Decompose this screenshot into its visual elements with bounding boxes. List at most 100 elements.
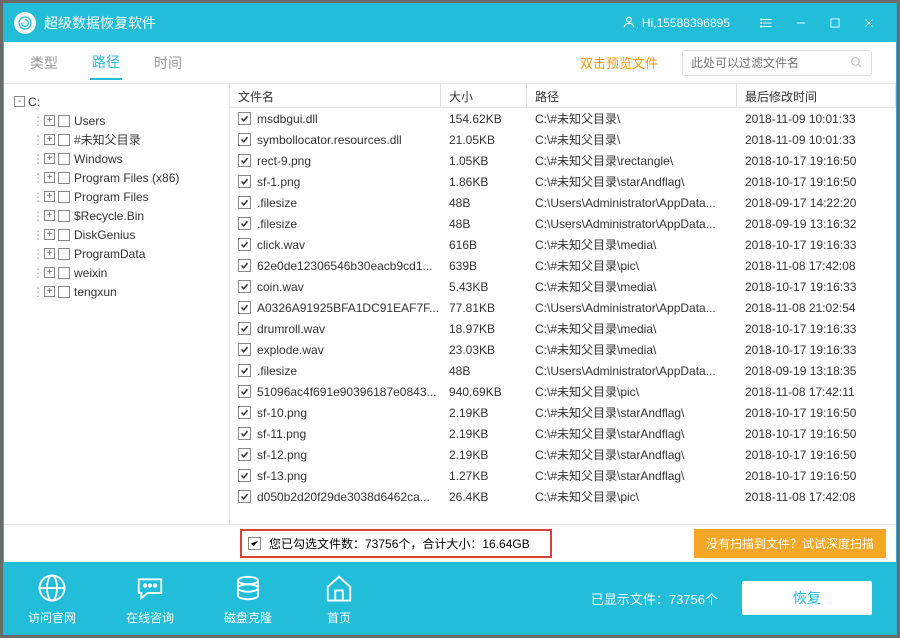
expand-icon[interactable]: + [44,286,55,297]
file-row[interactable]: d050b2d20f29de3038d6462ca...26.4KBC:\#未知… [230,486,896,507]
tree-node[interactable]: ⋮+#未知父目录 [14,130,219,149]
expand-icon[interactable]: + [44,210,55,221]
tree-node[interactable]: -C: [14,92,219,111]
file-row[interactable]: sf-13.png1.27KBC:\#未知父目录\starAndflag\201… [230,465,896,486]
menu-button[interactable] [750,4,784,42]
expand-icon[interactable]: + [44,267,55,278]
tree-node[interactable]: ⋮+Windows [14,149,219,168]
cell-path: C:\#未知父目录\media\ [535,236,745,253]
file-row[interactable]: symbollocator.resources.dll21.05KBC:\#未知… [230,129,896,150]
row-checkbox[interactable] [238,238,251,251]
tree-checkbox[interactable] [58,153,70,165]
file-row[interactable]: click.wav616BC:\#未知父目录\media\2018-10-17 … [230,234,896,255]
cell-size: 2.19KB [449,427,535,441]
row-checkbox[interactable] [238,343,251,356]
tree-node[interactable]: ⋮+$Recycle.Bin [14,206,219,225]
file-row[interactable]: .filesize48BC:\Users\Administrator\AppDa… [230,360,896,381]
file-row[interactable]: sf-1.png1.86KBC:\#未知父目录\starAndflag\2018… [230,171,896,192]
tree-label: $Recycle.Bin [74,209,144,223]
row-checkbox[interactable] [238,112,251,125]
minimize-button[interactable] [784,4,818,42]
row-checkbox[interactable] [238,322,251,335]
close-button[interactable] [852,4,886,42]
cell-date: 2018-09-19 13:16:32 [745,217,896,231]
file-row[interactable]: 51096ac4f691e90396187e0843...940.69KBC:\… [230,381,896,402]
row-checkbox[interactable] [238,469,251,482]
disk-clone-button[interactable]: 磁盘克隆 [224,571,272,626]
tree-checkbox[interactable] [58,172,70,184]
tree-checkbox[interactable] [58,229,70,241]
search-input[interactable] [691,56,850,70]
tree-checkbox[interactable] [58,267,70,279]
tree-node[interactable]: ⋮+ProgramData [14,244,219,263]
row-checkbox[interactable] [238,364,251,377]
expand-icon[interactable]: + [44,248,55,259]
row-checkbox[interactable] [238,490,251,503]
file-row[interactable]: rect-9.png1.05KBC:\#未知父目录\rectangle\2018… [230,150,896,171]
tree-node[interactable]: ⋮+Program Files [14,187,219,206]
row-checkbox[interactable] [238,259,251,272]
tab-path[interactable]: 路径 [90,46,122,80]
file-row[interactable]: .filesize48BC:\Users\Administrator\AppDa… [230,213,896,234]
file-row[interactable]: drumroll.wav18.97KBC:\#未知父目录\media\2018-… [230,318,896,339]
tree-node[interactable]: ⋮+Program Files (x86) [14,168,219,187]
col-name[interactable]: 文件名 [230,84,441,107]
tab-time[interactable]: 时间 [152,47,184,79]
home-button[interactable]: 首页 [322,571,356,626]
file-row[interactable]: msdbgui.dll154.62KBC:\#未知父目录\2018-11-09 … [230,108,896,129]
folder-tree[interactable]: -C:⋮+Users⋮+#未知父目录⋮+Windows⋮+Program Fil… [4,84,230,524]
file-rows[interactable]: msdbgui.dll154.62KBC:\#未知父目录\2018-11-09 … [230,108,896,524]
expand-icon[interactable]: - [14,96,25,107]
col-path[interactable]: 路径 [527,84,737,107]
file-row[interactable]: sf-11.png2.19KBC:\#未知父目录\starAndflag\201… [230,423,896,444]
file-row[interactable]: .filesize48BC:\Users\Administrator\AppDa… [230,192,896,213]
tree-node[interactable]: ⋮+DiskGenius [14,225,219,244]
cell-name: 62e0de12306546b30eacb9cd1... [257,259,449,273]
row-checkbox[interactable] [238,217,251,230]
search-box[interactable] [682,50,872,76]
cell-name: d050b2d20f29de3038d6462ca... [257,490,449,504]
file-row[interactable]: sf-12.png2.19KBC:\#未知父目录\starAndflag\201… [230,444,896,465]
tree-checkbox[interactable] [58,210,70,222]
row-checkbox[interactable] [238,385,251,398]
tree-checkbox[interactable] [58,134,70,146]
file-row[interactable]: explode.wav23.03KBC:\#未知父目录\media\2018-1… [230,339,896,360]
deep-scan-hint[interactable]: 没有扫描到文件？试试深度扫描 [694,529,886,558]
row-checkbox[interactable] [238,406,251,419]
row-checkbox[interactable] [238,301,251,314]
expand-icon[interactable]: + [44,229,55,240]
online-chat-button[interactable]: 在线咨询 [126,571,174,626]
tree-checkbox[interactable] [58,248,70,260]
row-checkbox[interactable] [238,196,251,209]
expand-icon[interactable]: + [44,115,55,126]
col-size[interactable]: 大小 [441,84,527,107]
tree-checkbox[interactable] [58,286,70,298]
col-date[interactable]: 最后修改时间 [737,84,896,107]
select-all-checkbox[interactable] [248,537,261,550]
file-row[interactable]: 62e0de12306546b30eacb9cd1...639BC:\#未知父目… [230,255,896,276]
file-row[interactable]: coin.wav5.43KBC:\#未知父目录\media\2018-10-17… [230,276,896,297]
tree-node[interactable]: ⋮+tengxun [14,282,219,301]
file-row[interactable]: A0326A91925BFA1DC91EAF7F...77.81KBC:\Use… [230,297,896,318]
tree-node[interactable]: ⋮+Users [14,111,219,130]
cell-name: symbollocator.resources.dll [257,133,449,147]
globe-icon [35,571,69,605]
tree-checkbox[interactable] [58,191,70,203]
expand-icon[interactable]: + [44,153,55,164]
recover-button[interactable]: 恢复 [742,581,872,615]
visit-site-button[interactable]: 访问官网 [28,571,76,626]
row-checkbox[interactable] [238,133,251,146]
expand-icon[interactable]: + [44,172,55,183]
row-checkbox[interactable] [238,175,251,188]
file-row[interactable]: sf-10.png2.19KBC:\#未知父目录\starAndflag\201… [230,402,896,423]
row-checkbox[interactable] [238,448,251,461]
expand-icon[interactable]: + [44,191,55,202]
maximize-button[interactable] [818,4,852,42]
tab-type[interactable]: 类型 [28,47,60,79]
tree-node[interactable]: ⋮+weixin [14,263,219,282]
row-checkbox[interactable] [238,154,251,167]
row-checkbox[interactable] [238,427,251,440]
tree-checkbox[interactable] [58,115,70,127]
expand-icon[interactable]: + [44,134,55,145]
row-checkbox[interactable] [238,280,251,293]
